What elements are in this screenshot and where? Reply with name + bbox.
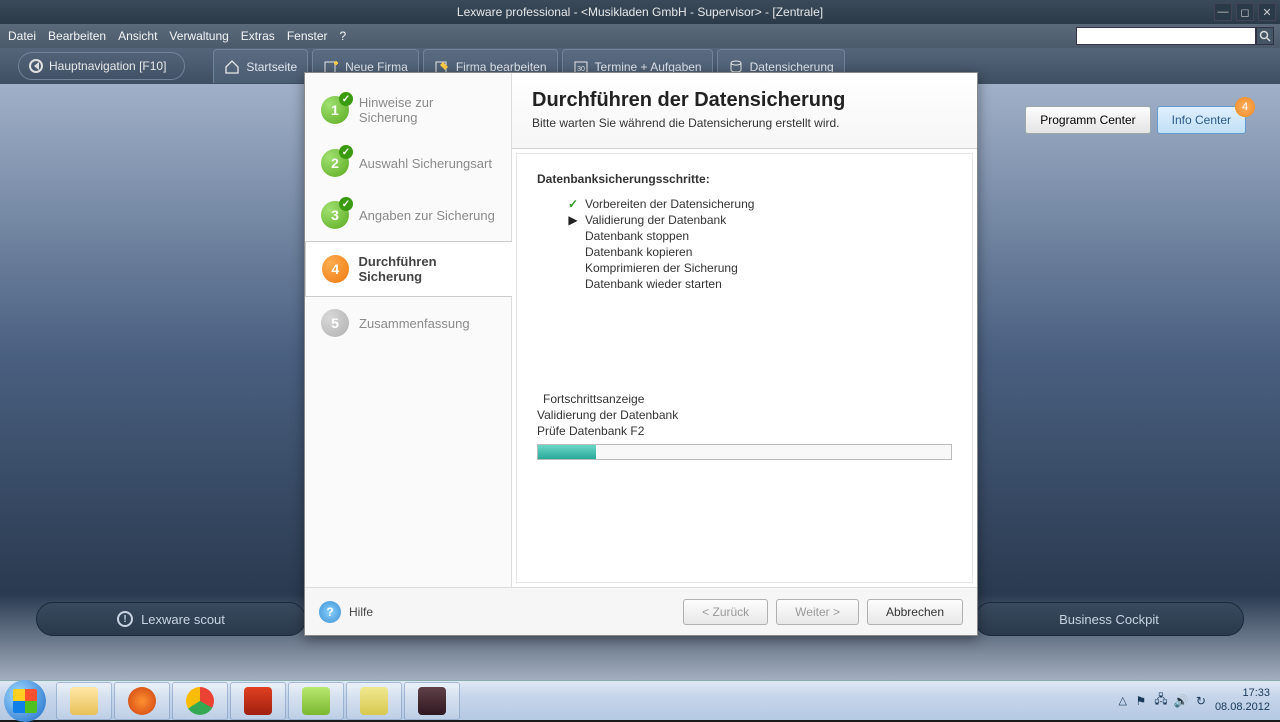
- db-step-row: Datenbank wieder starten: [567, 276, 952, 292]
- taskbar: △ ⚑ 🖧 🔊 ↻ 17:33 08.08.2012: [0, 680, 1280, 720]
- info-center-button[interactable]: Info Center 4: [1157, 106, 1246, 134]
- taskbar-app3[interactable]: [404, 682, 460, 720]
- taskbar-app1[interactable]: [288, 682, 344, 720]
- help-icon: ?: [319, 601, 341, 623]
- nav-label: Hauptnavigation [F10]: [49, 59, 166, 73]
- wizard-step-2[interactable]: 2 Auswahl Sicherungsart: [305, 137, 511, 189]
- taskbar-firefox[interactable]: [114, 682, 170, 720]
- wizard-header: Durchführen der Datensicherung Bitte war…: [512, 73, 977, 149]
- wizard-subtitle: Bitte warten Sie während die Datensicher…: [532, 116, 957, 130]
- tray-icons: ⚑ 🖧 🔊 ↻: [1133, 693, 1209, 709]
- db-step-row: Komprimieren der Sicherung: [567, 260, 952, 276]
- wizard-content: Datenbanksicherungsschritte: ✓Vorbereite…: [516, 153, 973, 583]
- back-button[interactable]: < Zurück: [683, 599, 768, 625]
- chrome-icon: [186, 687, 214, 715]
- close-button[interactable]: ✕: [1258, 3, 1276, 21]
- lexware-scout-button[interactable]: ! Lexware scout: [36, 602, 306, 636]
- progress-status-1: Validierung der Datenbank: [537, 408, 952, 422]
- wizard-step-1[interactable]: 1 Hinweise zur Sicherung: [305, 83, 511, 137]
- title-bar: Lexware professional - <Musikladen GmbH …: [0, 0, 1280, 24]
- step-number-icon: 2: [321, 149, 349, 177]
- step-number-icon: 5: [321, 309, 349, 337]
- db-step-row: Datenbank stoppen: [567, 228, 952, 244]
- taskbar-explorer[interactable]: [56, 682, 112, 720]
- menu-bearbeiten[interactable]: Bearbeiten: [48, 29, 106, 43]
- maximize-button[interactable]: ◻: [1236, 3, 1254, 21]
- cancel-button[interactable]: Abbrechen: [867, 599, 963, 625]
- lexware-icon: [244, 687, 272, 715]
- wizard-footer: ? Hilfe < Zurück Weiter > Abbrechen: [305, 587, 977, 635]
- progress-bar: [537, 444, 952, 460]
- info-badge: 4: [1235, 97, 1255, 117]
- programm-center-button[interactable]: Programm Center: [1025, 106, 1150, 134]
- check-icon: ✓: [567, 197, 579, 211]
- app-icon: [302, 687, 330, 715]
- db-step-row: ✓Vorbereiten der Datensicherung: [567, 196, 952, 212]
- menu-bar: Datei Bearbeiten Ansicht Verwaltung Extr…: [0, 24, 1280, 48]
- next-button[interactable]: Weiter >: [776, 599, 859, 625]
- taskbar-app2[interactable]: [346, 682, 402, 720]
- step-number-icon: 4: [322, 255, 349, 283]
- menu-extras[interactable]: Extras: [241, 29, 275, 43]
- home-icon: [224, 59, 240, 75]
- network-icon[interactable]: 🖧: [1153, 693, 1169, 709]
- wizard-step-5[interactable]: 5 Zusammenfassung: [305, 297, 511, 349]
- main-navigation-button[interactable]: Hauptnavigation [F10]: [18, 52, 185, 80]
- progress-heading: Fortschrittsanzeige: [543, 392, 952, 406]
- tray-expand-icon[interactable]: △: [1118, 694, 1126, 707]
- wizard-title: Durchführen der Datensicherung: [532, 89, 957, 112]
- nav-back-icon: [29, 59, 43, 73]
- search-input[interactable]: [1076, 27, 1256, 45]
- search-button[interactable]: [1256, 27, 1274, 45]
- db-step-row: Datenbank kopieren: [567, 244, 952, 260]
- search-icon: [1259, 30, 1271, 42]
- db-steps-heading: Datenbanksicherungsschritte:: [537, 172, 952, 186]
- start-button[interactable]: [4, 680, 46, 722]
- notes-icon: [360, 687, 388, 715]
- clock[interactable]: 17:33 08.08.2012: [1215, 687, 1270, 713]
- progress-fill: [538, 445, 596, 459]
- menu-verwaltung[interactable]: Verwaltung: [169, 29, 228, 43]
- wizard-step-4[interactable]: 4 Durchführen Sicherung: [305, 241, 512, 297]
- progress-status-2: Prüfe Datenbank F2: [537, 424, 952, 438]
- business-cockpit-button[interactable]: Business Cockpit: [974, 602, 1244, 636]
- toolbar-startseite[interactable]: Startseite: [213, 49, 308, 83]
- window-title: Lexware professional - <Musikladen GmbH …: [457, 5, 823, 19]
- menu-ansicht[interactable]: Ansicht: [118, 29, 157, 43]
- wizard-steps-sidebar: 1 Hinweise zur Sicherung 2 Auswahl Siche…: [305, 73, 511, 587]
- alert-icon: !: [117, 611, 133, 627]
- menu-help[interactable]: ?: [340, 29, 347, 43]
- db-step-row: ▶Validierung der Datenbank: [567, 212, 952, 228]
- flag-icon[interactable]: ⚑: [1133, 693, 1149, 709]
- camera-icon: [418, 687, 446, 715]
- menu-datei[interactable]: Datei: [8, 29, 36, 43]
- minimize-button[interactable]: —: [1214, 3, 1232, 21]
- taskbar-lexware[interactable]: [230, 682, 286, 720]
- step-number-icon: 1: [321, 96, 349, 124]
- folder-icon: [70, 687, 98, 715]
- wizard-step-3[interactable]: 3 Angaben zur Sicherung: [305, 189, 511, 241]
- backup-wizard-dialog: 1 Hinweise zur Sicherung 2 Auswahl Siche…: [304, 72, 978, 636]
- volume-icon[interactable]: 🔊: [1173, 693, 1189, 709]
- sync-icon[interactable]: ↻: [1193, 693, 1209, 709]
- menu-fenster[interactable]: Fenster: [287, 29, 328, 43]
- help-link[interactable]: ? Hilfe: [319, 601, 373, 623]
- arrow-icon: ▶: [567, 213, 579, 227]
- taskbar-chrome[interactable]: [172, 682, 228, 720]
- firefox-icon: [128, 687, 156, 715]
- step-number-icon: 3: [321, 201, 349, 229]
